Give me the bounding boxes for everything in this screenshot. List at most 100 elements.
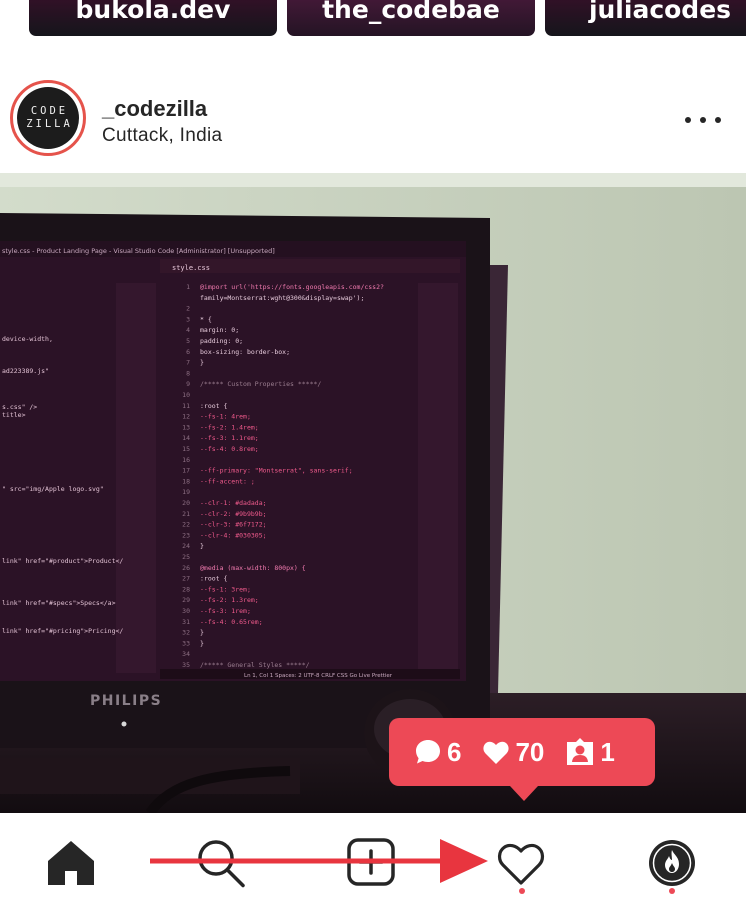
nav-home-button[interactable] [43,835,99,891]
code-line-number: 28 [182,585,190,593]
likes-count: 70 [481,737,544,767]
code-line-number: 5 [186,337,190,345]
code-line-number: 27 [182,575,190,583]
left-pane-line: link" href="#product">Product</ [2,557,123,565]
code-line-number: 13 [182,423,190,431]
post-header: CODE ZILLA _codezilla Cuttack, India [0,70,746,170]
person-badge-icon [567,738,594,765]
code-line-number: 31 [182,618,190,626]
code-line-number: 20 [182,499,190,507]
code-line-number: 6 [186,348,190,356]
code-line: } [200,542,204,550]
code-line-number: 3 [186,315,190,323]
code-line: * { [200,315,212,323]
comments-count-value: 6 [447,737,462,767]
code-line: --fs-3: 1.1rem; [200,434,259,442]
left-pane-line: ad223389.js" [2,367,49,375]
code-line: } [200,639,204,647]
monitor-screen [0,241,466,681]
activity-notification-dot [519,888,525,894]
comment-bubble-icon [416,740,440,764]
home-icon [48,841,94,885]
more-horizontal-icon [685,117,691,123]
code-line: --fs-3: 1rem; [200,607,251,615]
nav-activity-button[interactable] [493,835,549,891]
code-line-number: 34 [182,650,190,658]
new-post-icon [347,838,395,886]
comments-count: 6 [413,737,461,767]
code-line-number: 30 [182,607,190,615]
nav-profile-button[interactable] [644,835,700,891]
code-line-number: 2 [186,305,190,313]
left-pane-line: link" href="#pricing">Pricing</ [2,627,123,635]
code-line: @import url('https://fonts.googleapis.co… [200,283,384,291]
code-line: padding: 0; [200,337,243,345]
monitor-photo-illustration: style.css - Product Landing Page - Visua… [0,173,746,813]
code-line: --clr-4: #030305; [200,531,267,539]
code-line: @media (max-width: 800px) { [200,564,306,572]
nav-search-button[interactable] [192,835,248,891]
left-pane-line: title> [2,411,26,419]
code-line: --ff-accent: ; [200,477,255,485]
code-line: :root { [200,402,227,410]
story-card[interactable]: bukola.dev [29,0,277,36]
avatar-text-line: ZILLA [26,118,73,130]
code-line-number: 9 [186,380,190,388]
editor-title: style.css - Product Landing Page - Visua… [2,247,275,255]
code-line-number: 33 [182,639,190,647]
avatar[interactable]: CODE ZILLA [10,80,86,156]
code-line-number: 19 [182,488,190,496]
nav-new-post-button[interactable] [343,835,399,891]
post-location[interactable]: Cuttack, India [102,125,222,147]
code-line-number: 11 [182,402,190,410]
code-line: --fs-4: 0.65rem; [200,618,263,626]
monitor-brand: PHILIPS [90,693,162,709]
code-line-number: 21 [182,510,190,518]
code-line-number: 22 [182,521,190,529]
code-line: --fs-4: 0.8rem; [200,445,259,453]
avatar-text-line: CODE [30,105,69,117]
editor-status-bar: Ln 1, Col 1 Spaces: 2 UTF-8 CRLF CSS Go … [244,673,393,679]
code-line: :root { [200,575,227,583]
bottom-navigation [0,813,746,901]
code-line-number: 24 [182,542,190,550]
left-pane-line: " src="img/Apple logo.svg" [2,485,104,493]
activity-notification-tooltip[interactable]: 6 70 1 [389,718,655,801]
code-line: --clr-1: #dadada; [200,499,267,507]
search-icon [198,840,245,888]
profile-notification-dot [669,888,675,894]
code-line: /***** General Styles *****/ [200,661,310,669]
code-line: --fs-2: 1.4rem; [200,423,259,431]
code-line-number: 35 [182,661,190,669]
code-line: box-sizing: border-box; [200,348,290,356]
code-line: family=Montserrat:wght@300&display=swap'… [200,294,364,302]
more-options-button[interactable] [682,108,724,132]
avatar-logo: CODE ZILLA [17,87,79,149]
left-pane-line: device-width, [2,335,53,343]
code-line-number: 18 [182,477,190,485]
code-line: --fs-1: 3rem; [200,585,251,593]
follows-count-value: 1 [600,737,615,767]
code-line: --clr-2: #9b9b9b; [200,510,267,518]
code-line: --fs-1: 4rem; [200,413,251,421]
code-line-number: 10 [182,391,190,399]
code-line: } [200,359,204,367]
post-photo[interactable]: style.css - Product Landing Page - Visua… [0,173,746,813]
code-line-number: 7 [186,359,190,367]
code-line: --clr-3: #6f7172; [200,521,267,529]
code-line-number: 12 [182,413,190,421]
likes-count-value: 70 [515,737,545,767]
story-card[interactable]: the_codebae [287,0,535,36]
heart-icon [483,741,510,764]
code-line-number: 4 [186,326,190,334]
code-line-number: 23 [182,531,190,539]
profile-flame-icon [649,840,695,886]
story-username: the_codebae [322,0,500,24]
code-line-number: 1 [186,283,190,291]
story-username: juliacodes [588,0,732,24]
follows-count: 1 [564,737,615,767]
story-username: bukola.dev [75,0,231,24]
heart-outline-icon [497,843,545,885]
post-username[interactable]: _codezilla [102,96,207,122]
story-card[interactable]: juliacodes [545,0,746,36]
